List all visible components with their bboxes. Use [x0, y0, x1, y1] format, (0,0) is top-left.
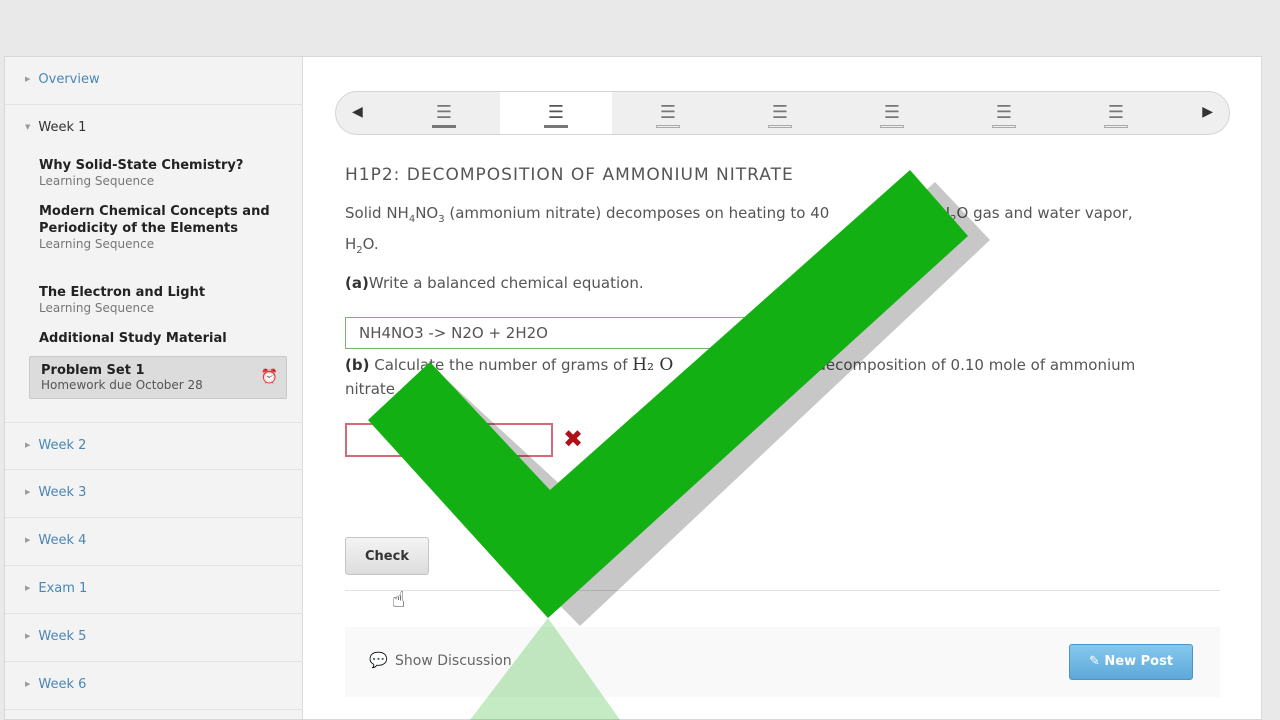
discussion-bar: 💬 Show Discussion ✎ New Post [345, 627, 1220, 697]
alarm-clock-icon: ⏰ [260, 369, 278, 385]
part-b-prompt: (b) Calculate the number of grams of H₂ … [345, 355, 1136, 398]
speech-bubble-icon: 💬 [369, 651, 388, 669]
check-button[interactable]: Check [345, 537, 429, 575]
chapter-label: Overview [38, 72, 100, 87]
chevron-right-icon: ▶ [25, 584, 31, 592]
chevron-down-icon: ▼ [25, 123, 31, 131]
subsection-title: Additional Study Material [39, 331, 227, 346]
part-b-answer-input[interactable] [345, 423, 553, 457]
chapter-label: Week 3 [38, 485, 87, 500]
chevron-right-icon: ▶ [25, 488, 31, 496]
divider [345, 590, 1220, 591]
list-icon: ☰ [1107, 102, 1125, 123]
sequence-tab-1[interactable]: ☰ [388, 92, 500, 134]
sidebar-chapter-week-3[interactable]: ▶ Week 3 [5, 470, 303, 518]
sequence-tab-4[interactable]: ☰ [724, 92, 836, 134]
sequence-tab-6[interactable]: ☰ [948, 92, 1060, 134]
next-unit-button[interactable]: ▶ [1202, 104, 1213, 120]
chapter-label: Week 2 [38, 438, 87, 453]
sidebar-item-electron-and-light[interactable]: The Electron and Light Learning Sequence [39, 284, 279, 315]
sidebar-chapter-week-4[interactable]: ▶ Week 4 [5, 518, 303, 566]
courseware-frame: ▶ Overview ▼ Week 1 Why Solid-State Chemis… [4, 56, 1262, 720]
chapter-label: Exam 1 [38, 581, 88, 596]
subsection-title: The Electron and Light [39, 285, 206, 300]
sidebar-chapter-week-2[interactable]: ▶ Week 2 [5, 422, 303, 470]
subsection-subtitle: Learning Sequence [39, 301, 155, 315]
show-discussion-link[interactable]: Show Discussion [395, 653, 512, 669]
problem-intro: Solid NH4NO3 (ammonium nitrate) decompos… [345, 204, 1133, 256]
previous-unit-button[interactable]: ◀ [352, 104, 363, 120]
edit-icon: ✎ [1088, 654, 1100, 669]
mouse-pointer-icon: ☝ [392, 588, 406, 613]
sequence-navigation: ◀ ☰ ☰ ☰ ☰ ☰ ☰ ☰ ▶ [335, 91, 1230, 135]
chevron-right-icon: ▶ [25, 536, 31, 544]
list-icon: ☰ [883, 102, 901, 123]
chapter-label: Week 6 [38, 677, 87, 692]
list-icon: ☰ [435, 102, 453, 123]
list-icon: ☰ [659, 102, 677, 123]
sidebar-chapter-week-6[interactable]: ▶ Week 6 [5, 662, 303, 710]
course-navigation-sidebar: ▶ Overview ▼ Week 1 Why Solid-State Chemis… [5, 57, 303, 719]
subsection-subtitle: Learning Sequence [39, 237, 155, 251]
sequence-tab-2[interactable]: ☰ [500, 92, 612, 134]
sidebar-chapter-exam-1[interactable]: ▶ Exam 1 [5, 566, 303, 614]
subsection-due-date: Homework due October 28 [41, 378, 203, 392]
subsection-title: Why Solid-State Chemistry? [39, 158, 244, 173]
sequence-tab-5[interactable]: ☰ [836, 92, 948, 134]
chevron-right-icon: ▶ [25, 75, 31, 83]
sidebar-chapter-week-5[interactable]: ▶ Week 5 [5, 614, 303, 662]
chevron-right-icon: ▶ [25, 441, 31, 449]
subsection-title: Modern Chemical Concepts and Periodicity… [39, 204, 270, 236]
sidebar-chapter-week-1[interactable]: ▼ Week 1 [5, 105, 303, 153]
new-post-button[interactable]: ✎ New Post [1069, 644, 1193, 680]
part-a-answer-input[interactable]: NH4NO3 -> N2O + 2H2O [345, 317, 765, 349]
chapter-label: Week 5 [38, 629, 87, 644]
subsection-subtitle: Learning Sequence [39, 174, 155, 188]
sidebar-item-why-solid-state[interactable]: Why Solid-State Chemistry? Learning Sequ… [39, 157, 279, 188]
sequence-tab-3[interactable]: ☰ [612, 92, 724, 134]
chevron-right-icon: ▶ [25, 680, 31, 688]
chapter-label: Week 1 [38, 120, 87, 135]
incorrect-x-mark-icon: ✖ [563, 425, 584, 453]
sidebar-item-additional-study-material[interactable]: Additional Study Material [39, 330, 279, 347]
subsection-title: Problem Set 1 [41, 363, 145, 378]
chevron-right-icon: ▶ [25, 632, 31, 640]
sequence-tab-7[interactable]: ☰ [1060, 92, 1172, 134]
chapter-label: Week 4 [38, 533, 87, 548]
part-a-prompt: (a)Write a balanced chemical equation. [345, 274, 644, 292]
list-icon: ☰ [771, 102, 789, 123]
list-icon: ☰ [547, 102, 565, 123]
sidebar-chapter-overview[interactable]: ▶ Overview [5, 57, 303, 105]
list-icon: ☰ [995, 102, 1013, 123]
sidebar-item-problem-set-1[interactable]: Problem Set 1 Homework due October 28 ⏰ [29, 356, 287, 399]
sidebar-item-modern-chemical-concepts[interactable]: Modern Chemical Concepts and Periodicity… [39, 203, 279, 251]
problem-title: H1P2: DECOMPOSITION OF AMMONIUM NITRATE [345, 165, 794, 185]
